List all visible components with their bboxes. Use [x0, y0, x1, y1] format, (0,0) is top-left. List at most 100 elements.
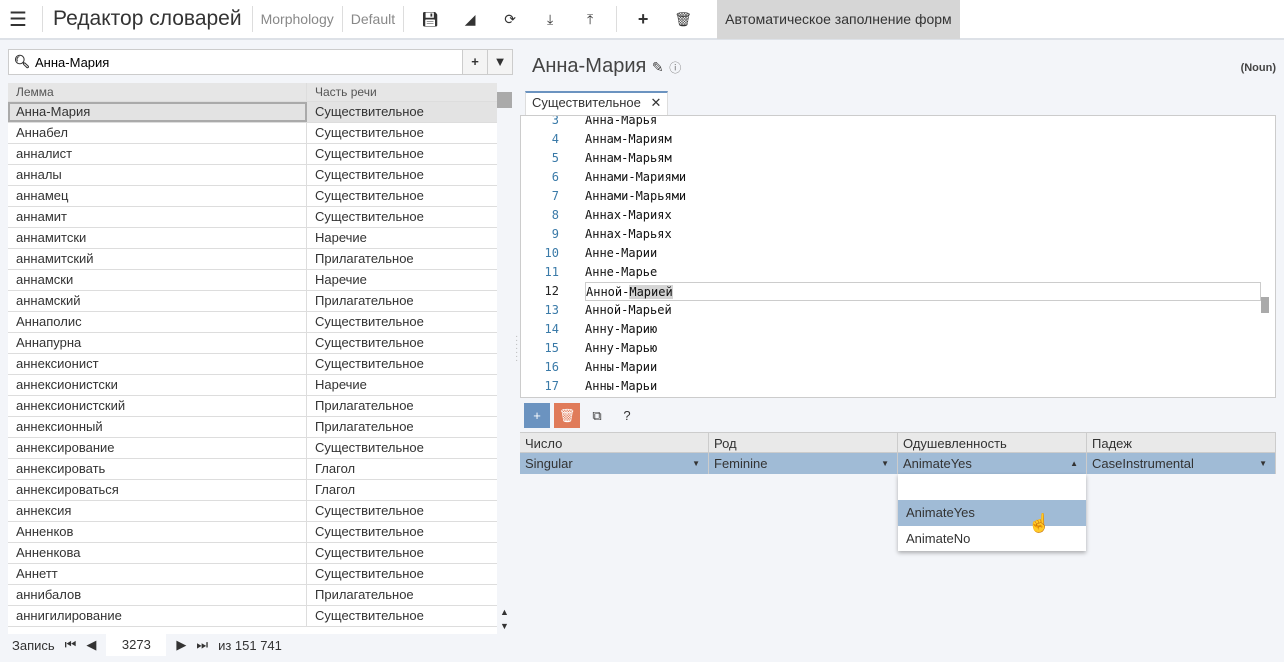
table-row[interactable]: аннексия Существительное [8, 501, 497, 522]
editor-line[interactable]: 9 Аннах-Марьях [521, 225, 1261, 244]
editor-line[interactable]: 7 Аннами-Марьями [521, 187, 1261, 206]
table-row[interactable]: Анненков Существительное [8, 522, 497, 543]
chevron-up-icon: ▲ [1070, 459, 1078, 468]
table-row[interactable]: аннибалов Прилагательное [8, 585, 497, 606]
animacy-select[interactable]: AnimateYes ▲ [898, 453, 1087, 474]
lemma-cell: аннамитски [8, 228, 307, 248]
forms-toolbar: + 🗑︎ ⧉ ? [524, 403, 640, 428]
table-row[interactable]: аннамский Прилагательное [8, 291, 497, 312]
splitter-handle[interactable]: · · · · · · · [515, 332, 518, 366]
table-row[interactable]: аннамски Наречие [8, 270, 497, 291]
add-form-button[interactable]: + [524, 403, 550, 428]
table-row[interactable]: аннексионистский Прилагательное [8, 396, 497, 417]
tab-noun[interactable]: Существительное ✕ [525, 91, 669, 115]
column-header-animacy: Одушевленность [898, 433, 1087, 452]
upload-icon[interactable]: ⤒ [570, 11, 610, 28]
pos-cell: Существительное [315, 314, 424, 329]
table-row[interactable]: Анна-Мария Существительное [8, 102, 497, 123]
filter-icon[interactable]: ▼ [487, 50, 512, 74]
column-header-pos[interactable]: Часть речи [307, 83, 497, 101]
table-row[interactable]: Аннапурна Существительное [8, 333, 497, 354]
help-button[interactable]: ? [614, 408, 640, 423]
table-row[interactable]: аннексирование Существительное [8, 438, 497, 459]
dropdown-option-animate-no[interactable]: AnimateNo [898, 526, 1086, 552]
table-row[interactable]: аннамитски Наречие [8, 228, 497, 249]
lemma-grid: Лемма Часть речи Анна-Мария Существительн… [8, 83, 497, 634]
delete-form-button[interactable]: 🗑︎ [554, 403, 580, 428]
line-text: Аннам-Мариям [585, 132, 672, 146]
scrollbar-thumb[interactable] [497, 92, 512, 108]
save-icon[interactable]: 💾︎ [410, 11, 450, 28]
column-header-lemma[interactable]: Лемма [8, 83, 307, 101]
record-number-input[interactable]: 3273 [106, 634, 167, 656]
editor-scrollbar-thumb[interactable] [1261, 297, 1269, 313]
module-link[interactable]: Morphology [259, 11, 336, 27]
table-row[interactable]: анналист Существительное [8, 144, 497, 165]
table-row[interactable]: аннамец Существительное [8, 186, 497, 207]
table-row[interactable]: Анненкова Существительное [8, 543, 497, 564]
divider [403, 6, 405, 32]
table-row[interactable]: аннексионный Прилагательное [8, 417, 497, 438]
pager: Запись ⏮ ◀ 3273 ▶ ⏭ из 151 741 [12, 634, 282, 656]
scroll-down-icon[interactable]: ▼ [500, 621, 509, 631]
editor-line[interactable]: 3 Анна-Марья [521, 116, 1261, 130]
download-icon[interactable]: ⤓ [530, 11, 570, 28]
editor-line[interactable]: 8 Аннах-Мариях [521, 206, 1261, 225]
hamburger-menu-icon[interactable]: ☰ [0, 7, 36, 32]
search-input[interactable] [35, 50, 462, 74]
profile-link[interactable]: Default [349, 11, 397, 27]
add-lemma-button[interactable]: + [462, 50, 487, 74]
editor-line[interactable]: 16 Анны-Марии [521, 358, 1261, 377]
line-number: 17 [544, 379, 559, 393]
auto-fill-forms-button[interactable]: Автоматическое заполнение форм [717, 0, 960, 39]
pos-cell: Прилагательное [315, 587, 414, 602]
first-page-icon[interactable]: ⏮ [65, 637, 77, 653]
table-row[interactable]: аннамитский Прилагательное [8, 249, 497, 270]
prev-page-icon[interactable]: ◀ [86, 637, 96, 653]
line-number: 6 [551, 170, 559, 184]
lemma-cell: аннамитский [8, 249, 307, 269]
editor-line[interactable]: 17 Анны-Марьи [521, 377, 1261, 396]
editor-line[interactable]: 11 Анне-Марье [521, 263, 1261, 282]
edit-pencil-icon[interactable]: ✎ [652, 59, 664, 75]
table-row[interactable]: Аннаполис Существительное [8, 312, 497, 333]
info-icon[interactable]: ⓘ [669, 61, 681, 75]
line-text: Аннам-Марьям [585, 151, 672, 165]
refresh-icon[interactable]: ⟳ [490, 11, 530, 28]
add-icon[interactable]: + [623, 9, 663, 30]
case-select[interactable]: CaseInstrumental ▼ [1087, 453, 1276, 474]
scroll-up-icon[interactable]: ▲ [500, 607, 509, 617]
close-tab-icon[interactable]: ✕ [651, 95, 662, 110]
table-row[interactable]: аннексионистски Наречие [8, 375, 497, 396]
dropdown-option-animate-yes[interactable]: AnimateYes [898, 500, 1086, 526]
table-row[interactable]: Аннетт Существительное [8, 564, 497, 585]
copy-icon[interactable]: ⧉ [584, 408, 610, 424]
table-row[interactable]: аннексировать Глагол [8, 459, 497, 480]
editor-line[interactable]: 15 Анну-Марью [521, 339, 1261, 358]
line-number: 4 [551, 132, 559, 146]
dropdown-option-empty[interactable] [898, 474, 1086, 500]
next-page-icon[interactable]: ▶ [176, 637, 186, 653]
table-row[interactable]: аннексионист Существительное [8, 354, 497, 375]
trash-icon[interactable]: 🗑︎ [663, 11, 703, 28]
editor-line[interactable]: 10 Анне-Марии [521, 244, 1261, 263]
editor-line[interactable]: 13 Анной-Марьей [521, 301, 1261, 320]
last-page-icon[interactable]: ⏭ [196, 637, 208, 653]
table-row[interactable]: анналы Существительное [8, 165, 497, 186]
editor-line[interactable]: 5 Аннам-Марьям [521, 149, 1261, 168]
column-header-gender: Род [709, 433, 898, 452]
line-text: Анной-Марьей [585, 303, 672, 317]
forms-editor[interactable]: 3 Анна-Марья 4 Аннам-Мариям 5 Аннам-Марьям 6 Ан… [520, 115, 1276, 398]
table-row[interactable]: аннигилирование Существительное [8, 606, 497, 627]
table-row[interactable]: аннамит Существительное [8, 207, 497, 228]
editor-line[interactable]: 4 Аннам-Мариям [521, 130, 1261, 149]
editor-line[interactable]: 14 Анну-Марию [521, 320, 1261, 339]
editor-line[interactable]: 12 Анной-Марией [521, 282, 1261, 301]
number-select[interactable]: Singular ▼ [520, 453, 709, 474]
gender-select[interactable]: Feminine ▼ [709, 453, 898, 474]
table-row[interactable]: аннексироваться Глагол [8, 480, 497, 501]
lemma-cell: Аннабел [8, 123, 307, 143]
table-row[interactable]: Аннабел Существительное [8, 123, 497, 144]
editor-line[interactable]: 6 Аннами-Мариями [521, 168, 1261, 187]
eraser-icon[interactable]: ◢ [450, 11, 490, 28]
